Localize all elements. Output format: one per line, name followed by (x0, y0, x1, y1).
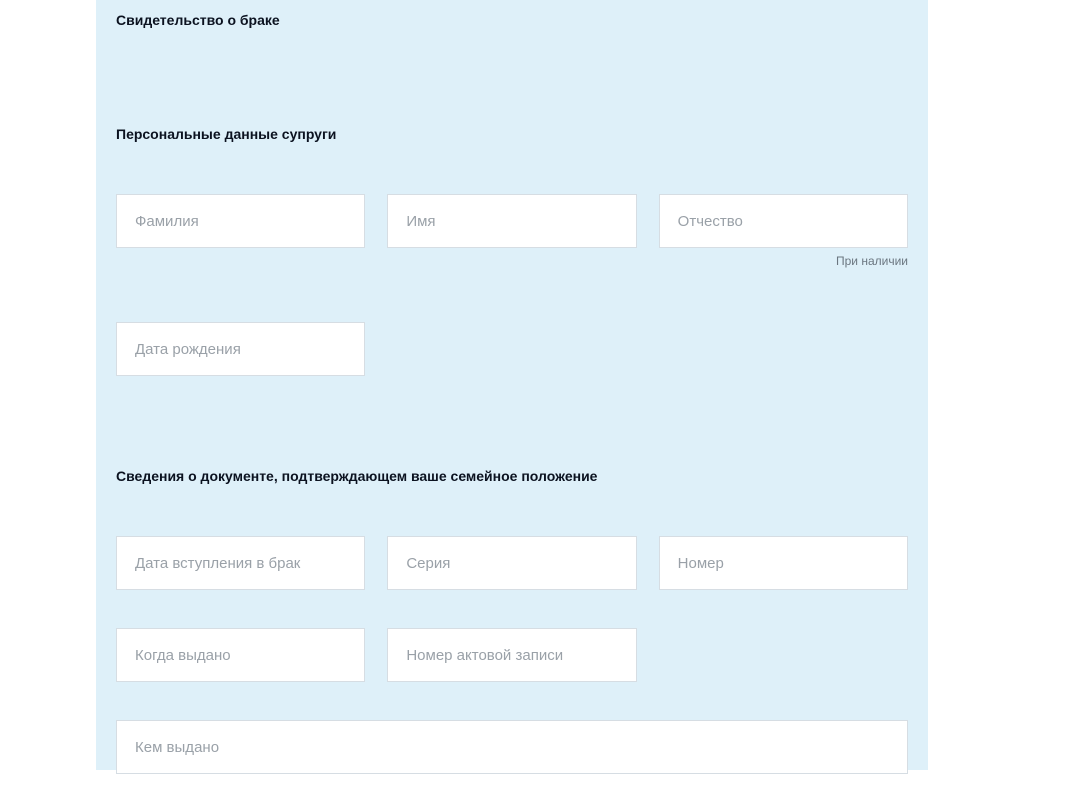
marriage-certificate-form: Свидетельство о браке Персональные данны… (96, 0, 928, 770)
section-title-spouse-personal-data: Персональные данные супруги (116, 126, 908, 142)
number-field-wrapper (659, 536, 908, 590)
number-input[interactable] (659, 536, 908, 590)
issue-date-input[interactable] (116, 628, 365, 682)
dob-field-wrapper (116, 322, 365, 376)
issue-date-field-wrapper (116, 628, 365, 682)
series-input[interactable] (387, 536, 636, 590)
document-row-3 (116, 720, 908, 774)
marriage-date-input[interactable] (116, 536, 365, 590)
series-field-wrapper (387, 536, 636, 590)
act-record-number-field-wrapper (387, 628, 636, 682)
document-row-1 (116, 536, 908, 590)
marriage-date-field-wrapper (116, 536, 365, 590)
document-row-2 (116, 628, 908, 682)
patronymic-hint: При наличии (659, 254, 908, 268)
section-title-document-info: Сведения о документе, подтверждающем ваш… (116, 468, 908, 484)
issued-by-input[interactable] (116, 720, 908, 774)
patronymic-field-wrapper: При наличии (659, 194, 908, 268)
surname-field-wrapper (116, 194, 365, 268)
name-input[interactable] (387, 194, 636, 248)
dob-input[interactable] (116, 322, 365, 376)
name-field-wrapper (387, 194, 636, 268)
spouse-name-row: При наличии (116, 194, 908, 268)
issued-by-field-wrapper (116, 720, 908, 774)
section-title-certificate: Свидетельство о браке (116, 12, 908, 28)
surname-input[interactable] (116, 194, 365, 248)
patronymic-input[interactable] (659, 194, 908, 248)
act-record-number-input[interactable] (387, 628, 636, 682)
spouse-dob-row (116, 322, 908, 376)
